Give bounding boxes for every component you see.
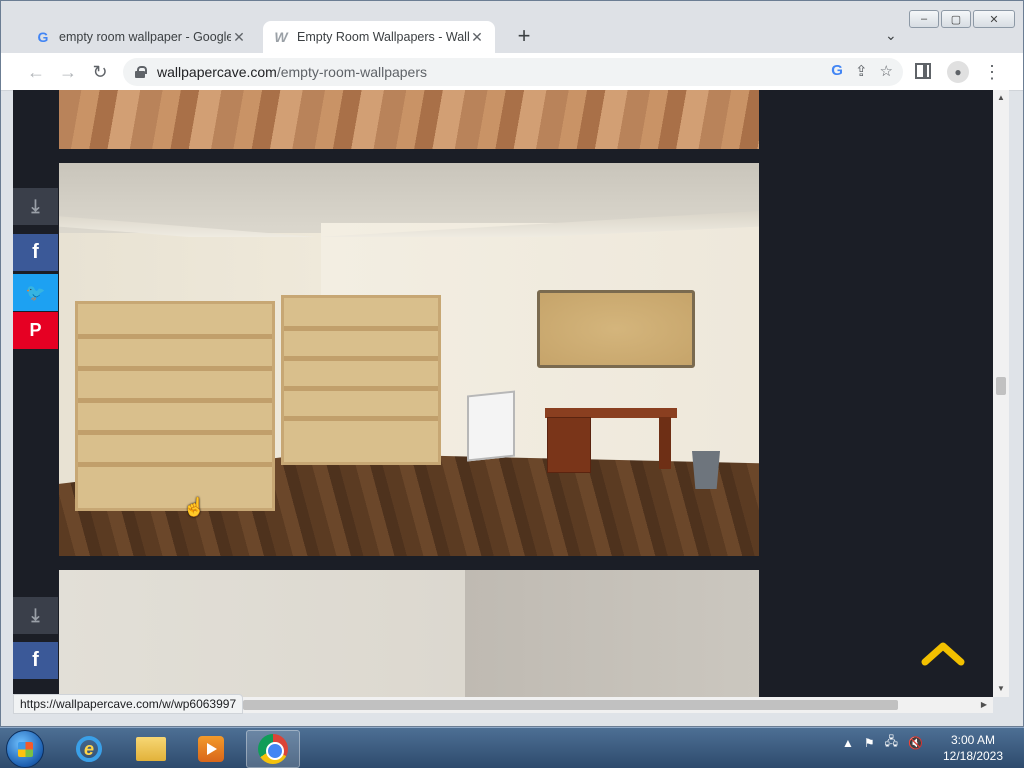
tab-title: empty room wallpaper - Google (59, 30, 231, 44)
maximize-button[interactable]: ▢ (941, 10, 971, 28)
media-player-icon (198, 736, 224, 762)
network-icon[interactable]: 🖧 (885, 732, 898, 753)
scroll-up-arrow-icon[interactable]: ▲ (993, 90, 1009, 106)
link-status-bubble: https://wallpapercave.com/w/wp6063997 (13, 694, 244, 714)
show-hidden-icons-arrow-icon[interactable]: ▲ (842, 736, 854, 750)
volume-muted-icon[interactable]: 🔇 (908, 736, 923, 750)
internet-explorer-icon: e (76, 736, 102, 762)
start-button[interactable] (6, 730, 44, 768)
action-center-flag-icon[interactable]: ⚑ (864, 736, 875, 750)
scrollbar-thumb[interactable] (996, 377, 1006, 395)
bookshelf (75, 301, 275, 511)
page-content: ⤓ f 🐦 P ⤓ f ☝ (13, 90, 993, 697)
facebook-icon[interactable]: f (13, 234, 58, 271)
google-icon: G (37, 29, 49, 45)
browser-toolbar: ← → ↻ wallpapercave.com/empty-room-wallp… (1, 53, 1023, 91)
system-clock[interactable]: 3:00 AM 12/18/2023 (938, 732, 1008, 764)
new-tab-button[interactable]: + (513, 25, 535, 47)
url-host: wallpapercave.com (157, 64, 277, 80)
reload-icon[interactable]: ↻ (89, 61, 111, 83)
folder-icon (136, 737, 166, 761)
download-icon[interactable]: ⤓ (13, 188, 58, 225)
url-path: /empty-room-wallpapers (276, 64, 428, 80)
system-tray: ▲ ⚑ 🖧 🔇 (842, 732, 923, 753)
desk-leg (659, 417, 671, 469)
trash-bin (692, 451, 720, 489)
profile-avatar-icon[interactable]: ● (947, 61, 969, 83)
tab-title: Empty Room Wallpapers - Wallpa (297, 30, 469, 44)
tab-google-search[interactable]: G empty room wallpaper - Google ✕ (25, 21, 257, 53)
share-icon[interactable]: ⇪ (855, 62, 868, 80)
tab-search-chevron-icon[interactable]: ⌄ (885, 27, 897, 44)
chrome-icon (258, 734, 288, 764)
pinterest-icon[interactable]: P (13, 312, 58, 349)
tab-strip: G empty room wallpaper - Google ✕ W Empt… (1, 1, 1023, 53)
wallpaper-thumbnail-white-room[interactable] (59, 570, 759, 697)
tab-wallpapercave[interactable]: W Empty Room Wallpapers - Wallpa ✕ (263, 21, 495, 53)
taskbar-internet-explorer[interactable]: e (62, 730, 116, 768)
close-icon[interactable]: ✕ (231, 29, 247, 46)
forward-arrow-icon[interactable]: → (57, 61, 79, 83)
lock-icon[interactable] (135, 66, 147, 78)
scrollbar-thumb[interactable] (243, 700, 898, 710)
omnibox-actions: G ⇪ ☆ (831, 62, 893, 80)
facebook-icon[interactable]: f (13, 642, 58, 679)
back-arrow-icon[interactable]: ← (25, 61, 47, 83)
bookmark-star-icon[interactable]: ☆ (880, 62, 893, 80)
window-controls: ‒ ▢ ✕ (909, 10, 1015, 28)
canvas-frame (467, 390, 515, 462)
taskbar-chrome[interactable] (246, 730, 300, 768)
google-lens-icon[interactable]: G (831, 62, 843, 80)
hand-pointer-cursor-icon: ☝ (183, 497, 206, 517)
corkboard (537, 290, 695, 368)
scroll-right-arrow-icon[interactable]: ▶ (981, 697, 987, 713)
download-icon[interactable]: ⤓ (13, 597, 58, 634)
vertical-scrollbar[interactable]: ▲ ▼ (993, 90, 1009, 697)
side-panel-icon[interactable] (915, 63, 931, 79)
taskbar-media-player[interactable] (184, 730, 238, 768)
address-bar[interactable]: wallpapercave.com/empty-room-wallpapers … (123, 58, 903, 86)
wallpaper-thumbnail-wood-floor[interactable] (59, 90, 759, 149)
close-window-button[interactable]: ✕ (973, 10, 1015, 28)
clock-date: 12/18/2023 (942, 749, 1004, 763)
desk-drawers (547, 417, 591, 473)
twitter-icon[interactable]: 🐦 (13, 274, 58, 311)
wallpapercave-icon: W (274, 29, 288, 45)
menu-kebab-icon[interactable]: ⋮ (983, 61, 1001, 83)
wallpaper-thumbnail-empty-room[interactable] (59, 163, 759, 556)
clock-time: 3:00 AM (950, 733, 996, 747)
scroll-down-arrow-icon[interactable]: ▼ (993, 681, 1009, 697)
address-url: wallpapercave.com/empty-room-wallpapers (157, 64, 427, 80)
minimize-button[interactable]: ‒ (909, 10, 939, 28)
scroll-to-top-chevron-icon[interactable] (921, 638, 965, 668)
close-icon[interactable]: ✕ (469, 29, 485, 46)
bookshelf (281, 295, 441, 465)
taskbar: e ▲ ⚑ 🖧 🔇 3:00 AM 12/18/2023 (0, 727, 1024, 768)
taskbar-file-explorer[interactable] (124, 730, 178, 768)
